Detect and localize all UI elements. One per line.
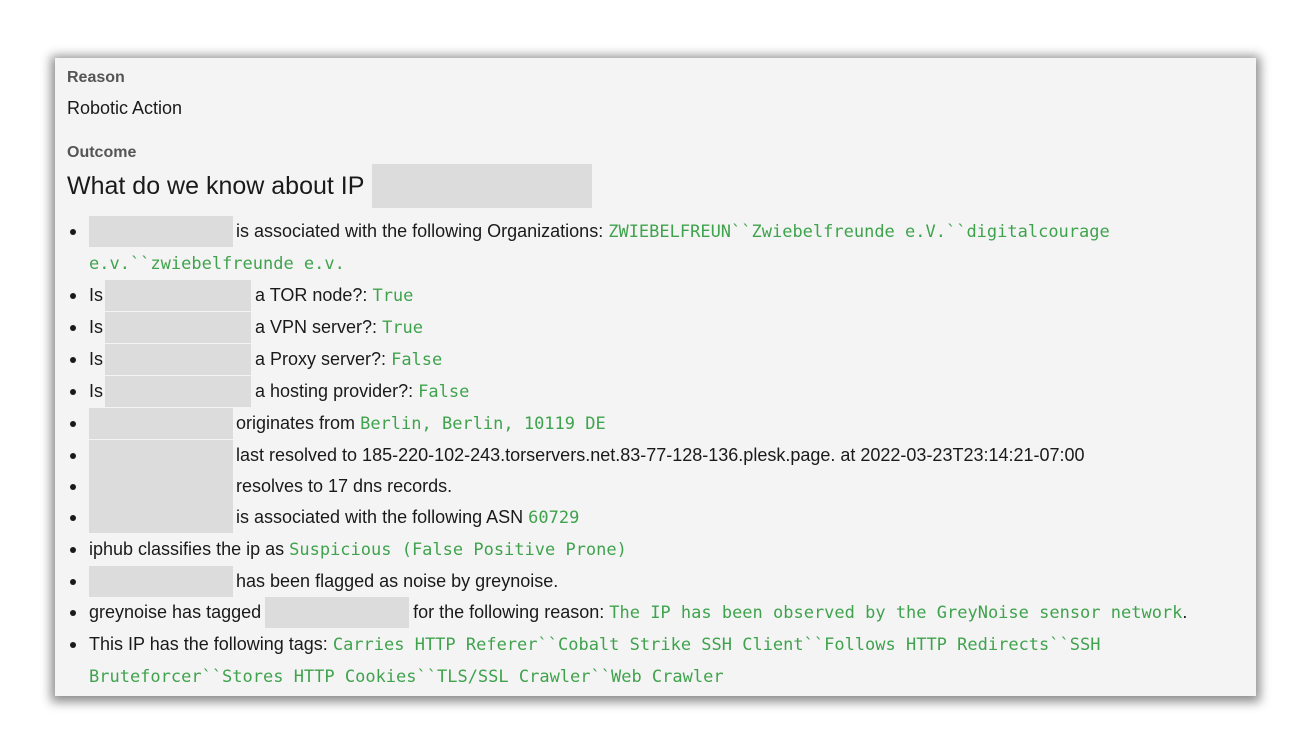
redacted-ip bbox=[105, 376, 252, 407]
bullet-icon bbox=[70, 547, 76, 553]
list-item-proxy: Is a Proxy server?: False bbox=[67, 344, 1247, 376]
list-item-asn: is associated with the following ASN 607… bbox=[67, 502, 1247, 534]
redacted-ip bbox=[89, 440, 233, 471]
bullet-icon bbox=[70, 325, 76, 331]
reason-label: Reason bbox=[67, 69, 125, 86]
is-label: Is bbox=[89, 349, 104, 369]
redacted-ip bbox=[89, 502, 233, 533]
is-label: Is bbox=[89, 285, 104, 305]
proxy-value: False bbox=[391, 350, 443, 370]
noise-text: has been flagged as noise by greynoise. bbox=[236, 571, 559, 591]
list-item-noise: has been flagged as noise by greynoise. bbox=[67, 566, 1247, 597]
outcome-heading-text: What do we know about IP bbox=[67, 171, 365, 200]
bullet-icon bbox=[70, 293, 76, 299]
greynoise-tag-value: The IP has been observed by the GreyNois… bbox=[609, 603, 1183, 623]
bullet-icon bbox=[70, 515, 76, 521]
bullet-icon bbox=[70, 357, 76, 363]
bullet-icon bbox=[70, 610, 76, 616]
list-item-greynoise-tag: greynoise has tagged for the following re… bbox=[67, 597, 1247, 629]
list-item-dns: resolves to 17 dns records. bbox=[67, 471, 1247, 502]
list-item-tags: This IP has the following tags: Carries … bbox=[67, 629, 1247, 693]
list-item-tor: Is a TOR node?: True bbox=[67, 280, 1247, 312]
list-item-resolved: last resolved to 185-220-102-243.torserv… bbox=[67, 440, 1247, 471]
list-item-origin: originates from Berlin, Berlin, 10119 DE bbox=[67, 408, 1247, 440]
greynoise-tag-end: . bbox=[1182, 602, 1188, 622]
hosting-value: False bbox=[418, 382, 470, 402]
greynoise-tag-pre: greynoise has tagged bbox=[89, 602, 262, 622]
reason-value: Robotic Action bbox=[67, 98, 183, 118]
redacted-ip bbox=[105, 344, 252, 375]
redacted-ip bbox=[89, 408, 233, 439]
bullet-icon bbox=[70, 421, 76, 427]
ip-report-card: Reason Robotic Action Outcome What do we… bbox=[55, 58, 1256, 696]
bullet-icon bbox=[70, 229, 76, 235]
tor-value: True bbox=[372, 286, 414, 306]
bullet-icon bbox=[70, 642, 76, 648]
redacted-ip bbox=[89, 216, 233, 247]
bullet-icon bbox=[70, 484, 76, 490]
redacted-ip bbox=[89, 471, 233, 502]
facts-list: is associated with the following Organiz… bbox=[67, 216, 1247, 693]
tor-text: a TOR node?: bbox=[255, 285, 368, 305]
vpn-value: True bbox=[382, 318, 424, 338]
redacted-ip bbox=[265, 597, 410, 628]
redacted-ip bbox=[89, 566, 233, 597]
iphub-value: Suspicious (False Positive Prone) bbox=[289, 540, 627, 560]
redacted-ip bbox=[372, 164, 593, 208]
list-item-organizations: is associated with the following Organiz… bbox=[67, 216, 1247, 280]
iphub-text: iphub classifies the ip as bbox=[89, 539, 285, 559]
outcome-heading: What do we know about IP bbox=[67, 164, 593, 208]
tags-text: This IP has the following tags: bbox=[89, 634, 328, 654]
outcome-label: Outcome bbox=[67, 144, 137, 161]
list-item-iphub: iphub classifies the ip as Suspicious (F… bbox=[67, 534, 1247, 566]
hosting-text: a hosting provider?: bbox=[255, 381, 414, 401]
greynoise-tag-mid: for the following reason: bbox=[413, 602, 605, 622]
dns-text: resolves to 17 dns records. bbox=[236, 476, 453, 496]
is-label: Is bbox=[89, 317, 104, 337]
origin-text: originates from bbox=[236, 413, 356, 433]
redacted-ip bbox=[105, 312, 252, 343]
vpn-text: a VPN server?: bbox=[255, 317, 378, 337]
is-label: Is bbox=[89, 381, 104, 401]
redacted-ip bbox=[105, 280, 252, 311]
proxy-text: a Proxy server?: bbox=[255, 349, 387, 369]
bullet-icon bbox=[70, 389, 76, 395]
orgs-text: is associated with the following Organiz… bbox=[236, 221, 604, 241]
list-item-vpn: Is a VPN server?: True bbox=[67, 312, 1247, 344]
asn-text: is associated with the following ASN bbox=[236, 507, 524, 527]
origin-value: Berlin, Berlin, 10119 DE bbox=[360, 414, 606, 434]
bullet-icon bbox=[70, 453, 76, 459]
asn-value: 60729 bbox=[528, 508, 580, 528]
list-item-hosting: Is a hosting provider?: False bbox=[67, 376, 1247, 408]
resolved-text: last resolved to 185-220-102-243.torserv… bbox=[236, 445, 1085, 465]
bullet-icon bbox=[70, 579, 76, 585]
